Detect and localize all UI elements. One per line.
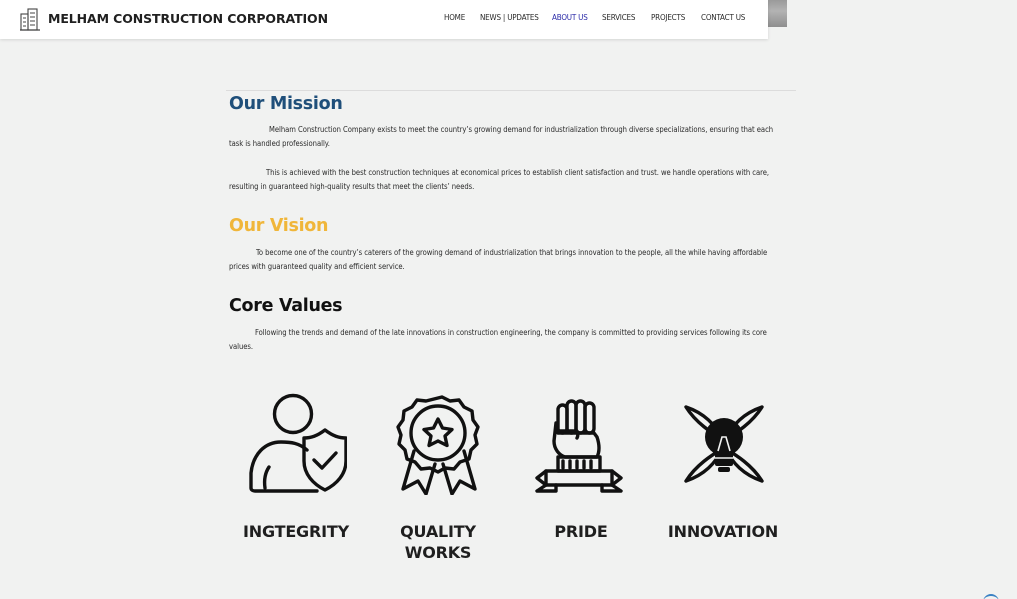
- header-image-strip: [768, 0, 787, 27]
- core-values-title: Core Values: [229, 296, 343, 316]
- vision-title: Our Vision: [229, 216, 329, 236]
- value-label-quality-works: QUALITY WORKS: [363, 521, 513, 563]
- user-shield-icon: [249, 393, 347, 493]
- raised-fist-icon: [535, 399, 623, 493]
- nav-services[interactable]: SERVICES: [602, 13, 635, 22]
- award-badge-icon: [396, 395, 480, 495]
- value-label-integrity: INGTEGRITY: [243, 522, 349, 541]
- value-label-quality-works-text: QUALITY WORKS: [400, 522, 476, 562]
- nav-home[interactable]: HOME: [444, 13, 465, 22]
- value-label-innovation: INNOVATION: [667, 522, 779, 541]
- nav-about-us[interactable]: ABOUT US: [552, 13, 588, 22]
- vision-paragraph: To become one of the country’s caterers …: [229, 248, 768, 271]
- building-logo-icon[interactable]: [20, 8, 40, 31]
- nav-news-updates[interactable]: NEWS | UPDATES: [480, 13, 539, 22]
- brand-name[interactable]: MELHAM CONSTRUCTION CORPORATION: [48, 11, 328, 26]
- about-page: MELHAM CONSTRUCTION CORPORATION HOME NEW…: [0, 0, 1017, 599]
- core-values-paragraph: Following the trends and demand of the l…: [229, 328, 767, 351]
- section-divider: [226, 90, 796, 91]
- nav-contact-us[interactable]: CONTACT US: [701, 13, 745, 22]
- value-label-pride: PRIDE: [554, 522, 608, 541]
- lightbulb-rocket-icon: [684, 405, 764, 483]
- site-header: MELHAM CONSTRUCTION CORPORATION HOME NEW…: [0, 0, 768, 39]
- mission-paragraph-2: This is achieved with the best construct…: [229, 168, 770, 191]
- chat-widget-button[interactable]: [983, 594, 999, 599]
- nav-projects[interactable]: PROJECTS: [651, 13, 685, 22]
- mission-paragraph-1: Melham Construction Company exists to me…: [229, 125, 774, 148]
- mission-title: Our Mission: [229, 94, 343, 114]
